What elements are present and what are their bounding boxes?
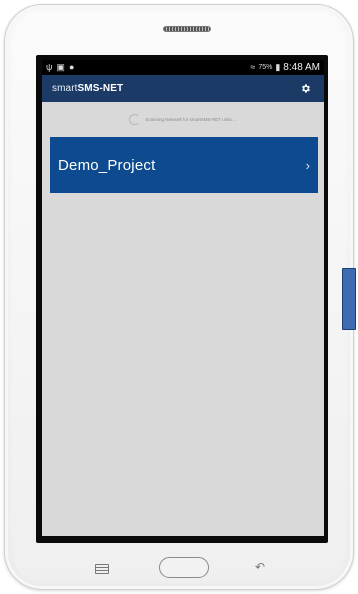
scanning-indicator: Scanning Network for smartSMS-NET units … xyxy=(42,112,324,126)
status-clock: 8:48 AM xyxy=(283,62,320,73)
usb-icon: ψ xyxy=(46,62,53,72)
loading-spinner-icon xyxy=(129,113,141,125)
gear-icon xyxy=(301,84,310,93)
speaker-grille xyxy=(163,26,211,32)
project-name: Demo_Project xyxy=(58,156,156,174)
back-key-icon[interactable]: ↶ xyxy=(253,560,267,574)
battery-percent: 75% xyxy=(258,64,273,71)
status-bar: ψ ▣ ● ≈ 75% ▮ 8:48 AM xyxy=(42,60,324,75)
app-title-light: smart xyxy=(52,83,78,94)
notification-icon: ● xyxy=(68,62,75,72)
status-left-icons: ψ ▣ ● xyxy=(46,63,74,72)
menu-key-icon[interactable] xyxy=(95,564,109,574)
app-title: smartSMS-NET xyxy=(52,83,123,94)
wifi-icon: ≈ xyxy=(250,62,256,72)
home-button[interactable] xyxy=(159,557,209,578)
app-bar: smartSMS-NET xyxy=(42,75,324,102)
chevron-right-icon: › xyxy=(305,157,310,173)
settings-button[interactable] xyxy=(296,80,314,98)
battery-icon: ▮ xyxy=(275,62,281,72)
app-screen: ψ ▣ ● ≈ 75% ▮ 8:48 AM smartSMS-NET Scann… xyxy=(42,60,324,536)
app-title-bold: SMS-NET xyxy=(77,83,124,94)
scanning-text: Scanning Network for smartSMS-NET units … xyxy=(145,116,237,122)
status-right: ≈ 75% ▮ 8:48 AM xyxy=(250,62,320,73)
side-hardware-key xyxy=(342,268,356,330)
image-icon: ▣ xyxy=(56,62,65,72)
project-item-demo[interactable]: Demo_Project › xyxy=(50,137,318,193)
